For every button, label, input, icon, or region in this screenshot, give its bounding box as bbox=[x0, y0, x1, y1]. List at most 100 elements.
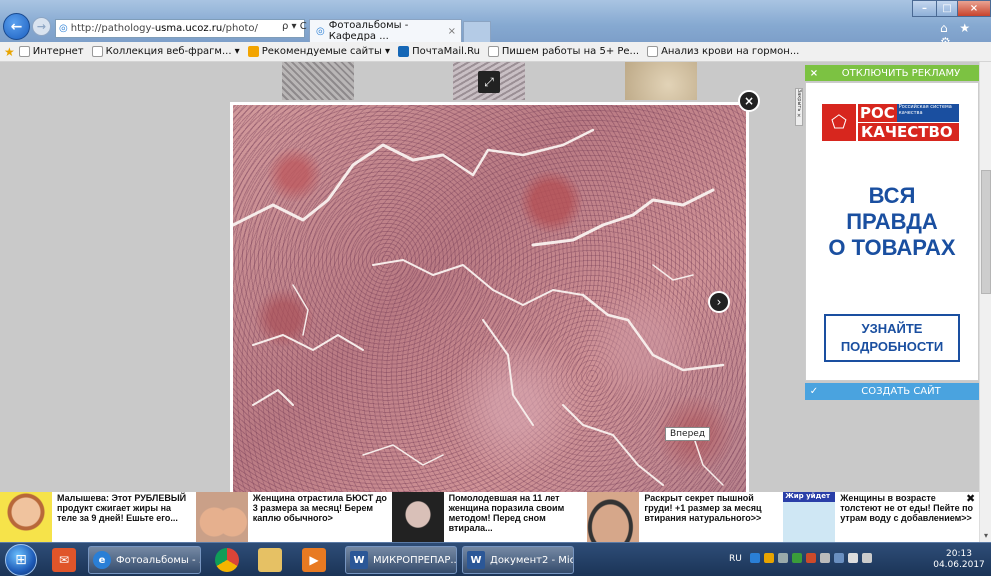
scrollbar-thumb[interactable] bbox=[981, 170, 991, 294]
folder-icon[interactable] bbox=[258, 548, 282, 572]
media-player-icon[interactable]: ▶ bbox=[302, 548, 326, 572]
taskbar-item-label: МИКРОПРЕПАР... bbox=[373, 554, 457, 566]
tray-icon[interactable] bbox=[778, 553, 788, 563]
clock[interactable]: 20:13 04.06.2017 bbox=[930, 549, 988, 571]
photo-thumbnail[interactable] bbox=[625, 62, 697, 100]
favorite-label: Анализ крови на гормон... bbox=[661, 46, 800, 57]
ad-banner[interactable]: ⬠ РОС Российская система качества КАЧЕСТ… bbox=[805, 82, 979, 381]
favorite-label: Интернет bbox=[32, 46, 84, 57]
headline-line: ВСЯ bbox=[868, 183, 916, 208]
news-text: Помолодевшая на 11 лет женщина поразила … bbox=[448, 493, 565, 533]
news-text: Женщины в возрасте толстеют не от еды! П… bbox=[840, 493, 974, 523]
favorite-mail-ru[interactable]: ПочтаMail.Ru bbox=[398, 46, 480, 57]
lightbox-close-icon[interactable]: × bbox=[738, 90, 760, 112]
network-signal-icon[interactable] bbox=[862, 553, 872, 563]
favorite-web-slices[interactable]: Коллекция веб-фрагм... ▾ bbox=[91, 46, 240, 57]
create-site-button[interactable]: ✓ СОЗДАТЬ САЙТ bbox=[805, 383, 979, 400]
new-tab-button[interactable] bbox=[463, 21, 491, 42]
photo-thumbnail[interactable] bbox=[282, 62, 354, 100]
page-icon bbox=[487, 46, 499, 57]
ie-icon: e bbox=[93, 551, 111, 569]
mail-app-icon[interactable]: ✉ bbox=[52, 548, 76, 572]
taskbar-item-label: Документ2 - Micr... bbox=[490, 554, 574, 566]
news-item[interactable]: Раскрыт секрет пышной груди! +1 размер з… bbox=[587, 492, 783, 542]
ad-close-label[interactable]: Закрыть × bbox=[795, 88, 803, 126]
ie-page-icon: ◎ bbox=[59, 23, 68, 34]
taskbar-item-label: Фотоальбомы - ... bbox=[116, 554, 201, 566]
address-search-refresh-icons[interactable]: ρ ▾ C bbox=[282, 21, 307, 32]
window-close-button[interactable]: × bbox=[957, 0, 991, 17]
language-indicator[interactable]: RU bbox=[729, 554, 742, 564]
tray-icon[interactable] bbox=[750, 553, 760, 563]
roskachestvo-logo: ⬠ РОС Российская система качества КАЧЕСТ… bbox=[822, 104, 964, 141]
word-icon: W bbox=[350, 551, 368, 569]
address-path: /photo/ bbox=[222, 23, 258, 34]
tab-photoalbums[interactable]: ◎ Фотоальбомы - Кафедра ... × bbox=[309, 19, 462, 42]
ad-headline: ВСЯ ПРАВДА О ТОВАРАХ bbox=[806, 183, 978, 261]
favorite-suggested-sites[interactable]: Рекомендуемые сайты ▾ bbox=[247, 46, 391, 57]
news-item[interactable]: Женщина отрастила БЮСТ до 3 размера за м… bbox=[195, 492, 392, 542]
cta-line: ПОДРОБНОСТИ bbox=[840, 339, 944, 354]
address-bar[interactable]: ◎ http://pathology-usma.ucoz.ru/photo/ bbox=[55, 19, 305, 38]
page-icon bbox=[647, 46, 659, 57]
news-text: Малышева: Этот РУБЛЕВЫЙ продукт сжигает … bbox=[57, 493, 187, 523]
news-thumbnail bbox=[587, 492, 640, 542]
word-icon: W bbox=[467, 551, 485, 569]
start-button[interactable]: ⊞ bbox=[5, 544, 37, 576]
favorite-internet[interactable]: Интернет bbox=[18, 46, 84, 57]
tray-icon[interactable] bbox=[806, 553, 816, 563]
background-tabs bbox=[500, 19, 800, 41]
taskbar-item-ie[interactable]: e Фотоальбомы - ... bbox=[88, 546, 201, 574]
logo-text-small: Российская система качества bbox=[896, 104, 959, 122]
taskbar-item-word-document2[interactable]: W Документ2 - Micr... bbox=[462, 546, 574, 574]
page-icon bbox=[18, 46, 30, 57]
system-tray-icons[interactable] bbox=[750, 553, 925, 567]
cta-line: УЗНАЙТЕ bbox=[861, 321, 923, 336]
minimize-button[interactable]: – bbox=[912, 0, 937, 17]
favorite-label: ПочтаMail.Ru bbox=[412, 46, 480, 57]
next-arrow-icon[interactable]: › bbox=[708, 291, 730, 313]
tray-icon[interactable] bbox=[834, 553, 844, 563]
tray-icon[interactable] bbox=[792, 553, 802, 563]
speaker-icon[interactable] bbox=[848, 553, 858, 563]
tray-icon[interactable] bbox=[820, 553, 830, 563]
tray-icon[interactable] bbox=[764, 553, 774, 563]
disable-ads-button[interactable]: × ОТКЛЮЧИТЬ РЕКЛАМУ bbox=[805, 65, 979, 81]
browser-titlebar: ← → ◎ http://pathology-usma.ucoz.ru/phot… bbox=[0, 0, 991, 49]
expand-icon[interactable]: ⤢ bbox=[478, 71, 500, 93]
close-icon: × bbox=[809, 67, 819, 79]
address-host: usma.ucoz.ru bbox=[154, 23, 223, 34]
favorite-essays[interactable]: Пишем работы на 5+ Ре... bbox=[487, 46, 639, 57]
headline-line: ПРАВДА bbox=[846, 209, 938, 234]
forward-button[interactable]: → bbox=[32, 17, 51, 36]
scroll-down-icon[interactable]: ▾ bbox=[980, 531, 991, 540]
windows-taskbar: ⊞ ✉ e Фотоальбомы - ... ▶ W МИКРОПРЕПАР.… bbox=[0, 542, 991, 576]
page-icon bbox=[91, 46, 103, 57]
favorite-label: Рекомендуемые сайты ▾ bbox=[261, 46, 391, 57]
clock-time: 20:13 bbox=[946, 549, 972, 559]
vertical-scrollbar[interactable]: ▾ bbox=[979, 62, 991, 542]
maximize-button[interactable]: □ bbox=[936, 0, 958, 17]
news-item[interactable]: Помолодевшая на 11 лет женщина поразила … bbox=[391, 492, 588, 542]
news-item[interactable]: Малышева: Этот РУБЛЕВЫЙ продукт сжигает … bbox=[0, 492, 196, 542]
back-button[interactable]: ← bbox=[3, 13, 30, 40]
news-text: Раскрыт секрет пышной груди! +1 размер з… bbox=[644, 493, 762, 523]
ad-learn-more-button[interactable]: УЗНАЙТЕ ПОДРОБНОСТИ bbox=[824, 314, 960, 362]
news-item[interactable]: Жир уйдет Женщины в возрасте толстеют не… bbox=[783, 492, 979, 542]
logo-text-top: РОС bbox=[858, 104, 897, 122]
news-thumbnail: Жир уйдет bbox=[783, 492, 836, 542]
news-thumbnail bbox=[195, 492, 248, 542]
tab-title: Фотоальбомы - Кафедра ... bbox=[328, 20, 409, 42]
favorites-bar: ★ Интернет Коллекция веб-фрагм... ▾ Реко… bbox=[0, 42, 991, 62]
ie-tab-icon: ◎ bbox=[316, 25, 325, 37]
taskbar-item-word-micropreparat[interactable]: W МИКРОПРЕПАР... bbox=[345, 546, 457, 574]
favorite-label: Коллекция веб-фрагм... ▾ bbox=[105, 46, 240, 57]
chrome-icon[interactable] bbox=[215, 548, 239, 572]
news-close-icon[interactable]: ✖ bbox=[966, 492, 975, 505]
favorites-star-icon[interactable]: ★ bbox=[4, 45, 15, 59]
pentagon-logo-icon: ⬠ bbox=[822, 104, 856, 141]
favorite-blood-test[interactable]: Анализ крови на гормон... bbox=[647, 46, 799, 57]
create-site-label: СОЗДАТЬ САЙТ bbox=[861, 386, 941, 397]
next-tooltip: Вперед bbox=[665, 427, 711, 441]
tab-close-icon[interactable]: × bbox=[448, 26, 456, 37]
